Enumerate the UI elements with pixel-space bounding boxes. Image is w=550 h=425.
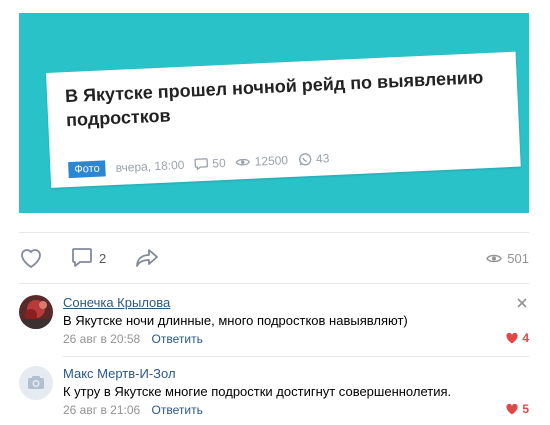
like-button[interactable]	[19, 244, 43, 272]
camera-icon	[28, 376, 44, 389]
news-title: В Якутске прошел ночной рейд по выявлени…	[64, 67, 484, 131]
news-views: 12500	[235, 153, 288, 169]
comment-icon	[194, 158, 209, 171]
photo-badge: Фото	[68, 160, 107, 179]
comments-count: 2	[99, 250, 107, 266]
post-image[interactable]: В Якутске прошел ночной рейд по выявлени…	[19, 13, 529, 213]
comment-text: К утру в Якутске многие подростки достиг…	[63, 384, 452, 399]
comment-button[interactable]: 2	[71, 244, 106, 272]
comment-date[interactable]: 26 авг в 21:06	[63, 403, 140, 417]
comment-date[interactable]: 26 авг в 20:58	[63, 332, 140, 346]
heart-icon	[21, 249, 41, 269]
news-comments-count: 50	[212, 155, 227, 171]
reply-button[interactable]: Ответить	[152, 403, 203, 417]
comment-author[interactable]: Сонечка Крылова	[63, 295, 170, 310]
comment-text: В Якутске ночи длинные, много подростков…	[63, 313, 408, 328]
views-counter: 501	[486, 244, 529, 272]
reply-button[interactable]: Ответить	[152, 332, 203, 346]
eye-icon	[486, 254, 503, 262]
news-card: В Якутске прошел ночной рейд по выявлени…	[46, 51, 521, 188]
share-button[interactable]	[135, 244, 159, 272]
divider	[63, 356, 529, 357]
share-icon	[136, 249, 158, 267]
comment-like-button[interactable]: 4	[506, 331, 529, 345]
news-meta: Фото вчера, 18:00 50 12500 43	[68, 148, 340, 180]
heart-icon	[506, 332, 518, 343]
comment-author[interactable]: Макс Мертв-И-Зол	[63, 366, 176, 381]
whatsapp-icon	[298, 153, 312, 166]
close-icon[interactable]	[517, 295, 527, 313]
divider	[19, 283, 529, 284]
comment-icon	[72, 248, 92, 267]
views-count: 501	[507, 250, 529, 266]
news-views-count: 12500	[254, 153, 289, 169]
heart-icon	[506, 403, 518, 414]
eye-icon	[235, 158, 251, 166]
comment-item: Макс Мертв-И-Зол К утру в Якутске многие…	[19, 366, 529, 418]
divider	[19, 232, 529, 233]
comment-meta: 26 авг в 21:06 Ответить	[63, 403, 203, 417]
comment-item: Сонечка Крылова В Якутске ночи длинные, …	[19, 295, 529, 346]
news-time: вчера, 18:00	[115, 158, 184, 175]
news-comments: 50	[194, 156, 226, 171]
comment-meta: 26 авг в 20:58 Ответить	[63, 332, 203, 346]
news-shares-count: 43	[315, 151, 330, 166]
avatar[interactable]	[19, 366, 53, 400]
news-shares: 43	[298, 151, 330, 166]
comment-like-button[interactable]: 5	[506, 402, 529, 416]
avatar[interactable]	[19, 295, 53, 329]
post-actions: 2 501	[19, 244, 529, 272]
comment-likes: 4	[522, 331, 529, 345]
comment-likes: 5	[522, 402, 529, 416]
news-time-text: вчера, 18:00	[115, 157, 185, 175]
